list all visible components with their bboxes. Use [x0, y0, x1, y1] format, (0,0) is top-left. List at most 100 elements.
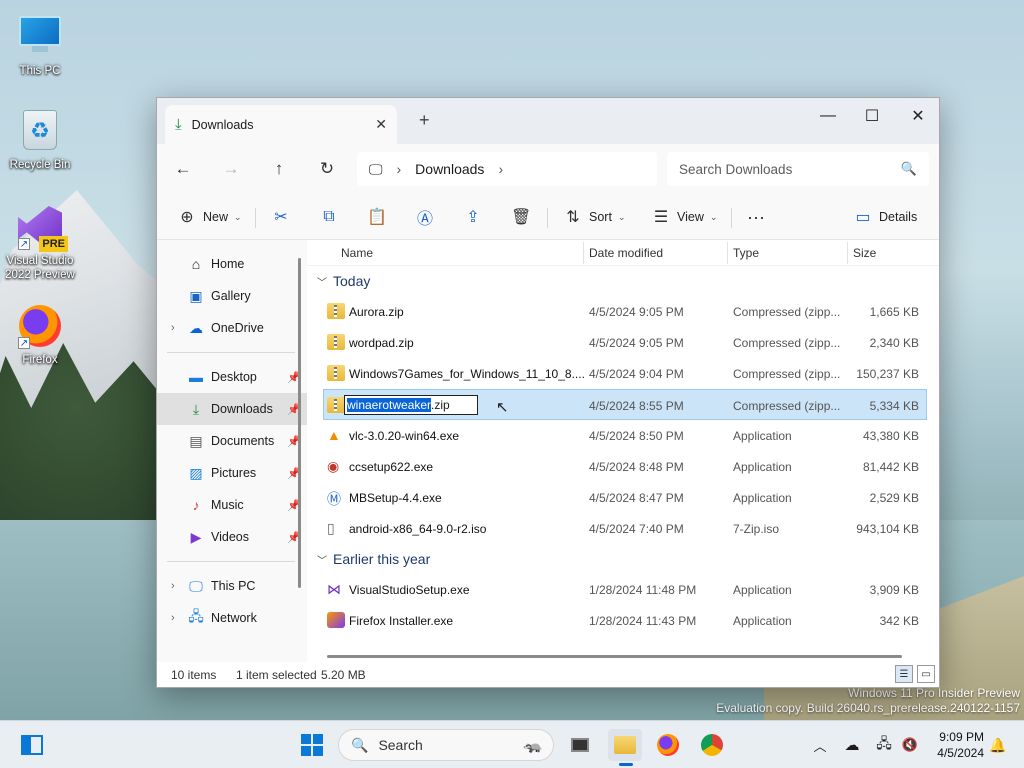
column-header-size[interactable]: Size	[853, 246, 876, 260]
more-options-button[interactable]: ···	[747, 204, 765, 230]
column-header-row: Name Date modified Type Size	[307, 240, 939, 266]
share-button[interactable]: ⇪	[463, 204, 483, 230]
file-type: Compressed (zipp...	[733, 399, 841, 413]
taskbar-search-label: Search	[378, 737, 423, 753]
this-pc-icon: 🖵	[369, 160, 383, 177]
taskbar-file-explorer[interactable]	[608, 729, 642, 761]
minimize-button[interactable]: —	[805, 102, 851, 130]
sort-button[interactable]: ⇅ Sort ⌄	[563, 204, 625, 230]
nav-item-desktop[interactable]: ▬ Desktop 📌	[157, 361, 307, 393]
nav-item-this-pc[interactable]: › 🖵 This PC	[157, 570, 307, 602]
rename-button[interactable]: Ⓐ	[415, 204, 435, 230]
tiles-view-button[interactable]: ▭	[917, 665, 935, 683]
desktop-icon-visual-studio[interactable]: PRE ↗ Visual Studio 2022 Preview	[2, 206, 78, 282]
nav-item-documents[interactable]: ▤ Documents 📌	[157, 425, 307, 457]
group-header-today[interactable]: ﹀ Today	[307, 266, 939, 296]
cloud-off-icon: ☁	[844, 737, 860, 754]
nav-item-network[interactable]: › 🖧 Network	[157, 602, 307, 634]
network-tray-button[interactable]: 🖧	[872, 729, 896, 761]
cut-button[interactable]: ✂	[271, 204, 291, 230]
forward-button[interactable]: →	[219, 157, 243, 181]
breadcrumb-downloads[interactable]: Downloads	[415, 161, 484, 177]
file-size: 43,380 KB	[862, 429, 919, 443]
up-button[interactable]: ↑	[267, 157, 291, 181]
nav-item-gallery[interactable]: ▣ Gallery	[157, 280, 307, 312]
address-bar-row: ← → ↑ ↻ 🖵 › Downloads › Search Downloads…	[157, 144, 939, 194]
nav-scrollbar[interactable]	[298, 258, 301, 588]
chevron-right-icon[interactable]: ›	[171, 580, 175, 592]
nav-item-pictures[interactable]: ▨ Pictures 📌	[157, 457, 307, 489]
taskbar-firefox[interactable]	[652, 729, 684, 761]
selection-size: 5.20 MB	[321, 668, 366, 682]
desktop-icon-firefox[interactable]: ↗ Firefox	[2, 304, 78, 367]
taskbar-search[interactable]: 🔍 Search 🦡	[338, 729, 554, 761]
volume-tray-button[interactable]: 🔇	[898, 729, 922, 761]
folder-icon	[614, 736, 636, 754]
file-date: 4/5/2024 9:05 PM	[589, 336, 684, 350]
search-input[interactable]: Search Downloads 🔍	[667, 152, 929, 186]
close-tab-icon[interactable]: ✕	[375, 116, 387, 133]
table-row[interactable]: ⋈ VisualStudioSetup.exe 1/28/2024 11:48 …	[307, 574, 939, 605]
nav-label: Desktop	[211, 370, 257, 384]
view-button[interactable]: ☰ View ⌄	[651, 204, 718, 230]
delete-button[interactable]: 🗑	[511, 204, 531, 230]
nav-label: Videos	[211, 530, 249, 544]
file-date: 4/5/2024 8:50 PM	[589, 429, 684, 443]
refresh-button[interactable]: ↻	[315, 157, 339, 181]
chevron-down-icon: ﹀	[317, 277, 327, 289]
maximize-button[interactable]: ☐	[849, 102, 895, 130]
chevron-right-icon[interactable]: ›	[171, 612, 175, 624]
trash-icon: 🗑	[511, 209, 532, 226]
ellipsis-icon: ···	[747, 206, 765, 227]
chevron-right-icon[interactable]: ›	[498, 161, 503, 177]
desktop-icon-label: This PC	[19, 65, 61, 77]
close-window-button[interactable]: ✕	[895, 102, 941, 130]
start-button[interactable]	[296, 729, 328, 761]
chevron-right-icon[interactable]: ›	[171, 322, 175, 334]
new-tab-button[interactable]: +	[419, 110, 430, 131]
rename-input[interactable]: winaerotweaker .zip	[344, 395, 478, 415]
table-row[interactable]: Firefox Installer.exe 1/28/2024 11:43 PM…	[307, 605, 939, 636]
shortcut-arrow-icon: ↗	[18, 238, 30, 250]
widgets-button[interactable]	[16, 729, 48, 761]
group-label: Earlier this year	[333, 551, 431, 567]
table-row[interactable]: Ⓜ MBSetup-4.4.exe 4/5/2024 8:47 PM Appli…	[307, 482, 939, 513]
table-row[interactable]: ▯ android-x86_64-9.0-r2.iso 4/5/2024 7:4…	[307, 513, 939, 544]
table-row-selected[interactable]: winaerotweaker .zip 4/5/2024 8:55 PM Comp…	[323, 389, 927, 420]
group-header-earlier[interactable]: ﹀ Earlier this year	[307, 544, 939, 574]
table-row[interactable]: ▲ vlc-3.0.20-win64.exe 4/5/2024 8:50 PM …	[307, 420, 939, 451]
cloud-icon: ☁	[189, 319, 203, 336]
details-button[interactable]: ▭ Details	[853, 204, 917, 230]
nav-item-home[interactable]: ⌂ Home	[157, 248, 307, 280]
column-header-name[interactable]: Name	[341, 246, 373, 260]
details-view-button[interactable]: ☰	[895, 665, 913, 683]
tab-downloads[interactable]: ⤓ Downloads ✕	[165, 105, 397, 144]
show-hidden-icons-button[interactable]: ︿	[808, 729, 832, 761]
taskbar-chrome[interactable]	[696, 729, 728, 761]
task-view-button[interactable]	[564, 729, 596, 761]
new-button[interactable]: ⊕ New ⌄	[177, 204, 241, 230]
notifications-button[interactable]: 🔔	[986, 729, 1010, 761]
desktop-icon-this-pc[interactable]: This PC	[2, 10, 78, 78]
back-button[interactable]: ←	[171, 157, 195, 181]
table-row[interactable]: ◉ ccsetup622.exe 4/5/2024 8:48 PM Applic…	[307, 451, 939, 482]
new-label: New	[203, 210, 229, 224]
copy-button[interactable]: ⧉	[319, 204, 339, 230]
table-row[interactable]: Aurora.zip 4/5/2024 9:05 PM Compressed (…	[307, 296, 939, 327]
clock[interactable]: 9:09 PM 4/5/2024	[937, 729, 984, 761]
nav-item-videos[interactable]: ▶ Videos 📌	[157, 521, 307, 553]
horizontal-scrollbar[interactable]	[327, 655, 902, 658]
file-size: 943,104 KB	[856, 522, 919, 536]
address-bar[interactable]: 🖵 › Downloads ›	[357, 152, 657, 186]
onedrive-tray-button[interactable]: ☁	[840, 729, 864, 761]
table-row[interactable]: wordpad.zip 4/5/2024 9:05 PM Compressed …	[307, 327, 939, 358]
file-type: Application	[733, 491, 792, 505]
nav-item-onedrive[interactable]: › ☁ OneDrive	[157, 312, 307, 344]
nav-item-downloads[interactable]: ⤓ Downloads 📌	[157, 393, 307, 425]
table-row[interactable]: Windows7Games_for_Windows_11_10_8.... 4/…	[307, 358, 939, 389]
nav-item-music[interactable]: ♪ Music 📌	[157, 489, 307, 521]
column-header-date[interactable]: Date modified	[589, 246, 663, 260]
column-header-type[interactable]: Type	[733, 246, 759, 260]
paste-button[interactable]: 📋	[367, 204, 387, 230]
desktop-icon-recycle-bin[interactable]: ♻ Recycle Bin	[2, 108, 78, 172]
